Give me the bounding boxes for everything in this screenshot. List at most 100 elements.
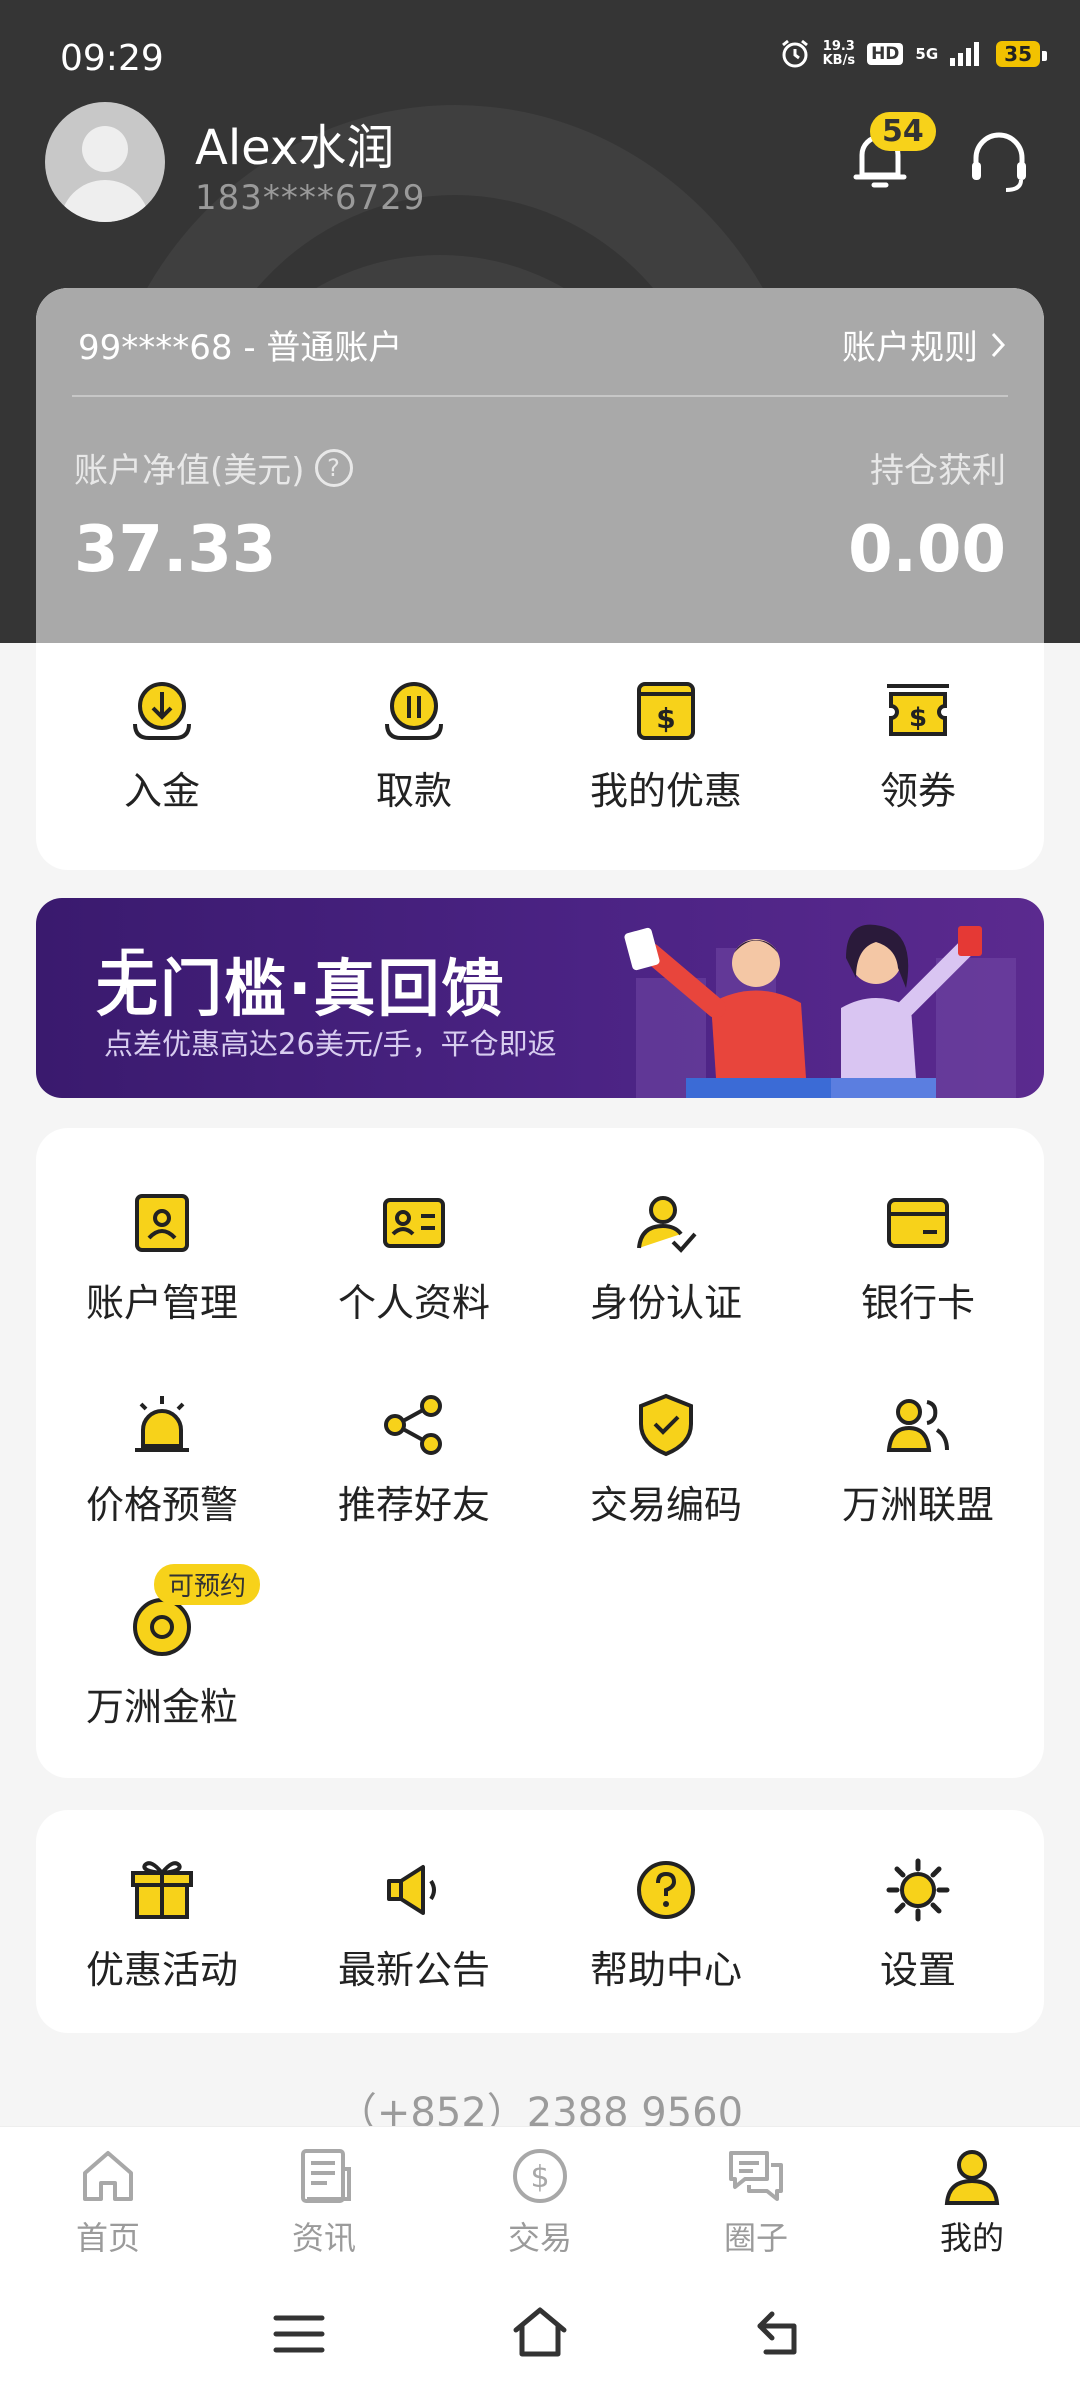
avatar-head xyxy=(82,126,128,172)
card-divider xyxy=(72,395,1008,397)
battery-indicator: 35 xyxy=(996,41,1047,67)
promotions-label: 优惠活动 xyxy=(85,1948,238,1992)
bank-card-button[interactable]: 银行卡 xyxy=(792,1188,1044,1327)
avatar[interactable] xyxy=(45,102,165,222)
home-nav-icon[interactable] xyxy=(510,2304,570,2360)
services-row-1: 账户管理 个人资料 身份认证 银行卡 xyxy=(36,1188,1044,1327)
services-row-2: 价格预警 推荐好友 交易编码 万洲联盟 xyxy=(36,1390,1044,1529)
home-icon xyxy=(83,2151,133,2201)
avatar-body xyxy=(60,180,150,222)
back-icon[interactable] xyxy=(754,2308,808,2358)
more-row: 优惠活动 最新公告 帮助中心 设置 xyxy=(36,1855,1044,1994)
network-type: 5G xyxy=(915,45,939,63)
menu-icon[interactable] xyxy=(272,2312,326,2356)
my-offers-button[interactable]: $ 我的优惠 xyxy=(540,676,792,815)
shield-check-icon xyxy=(639,1393,693,1457)
equity-label-text: 账户净值(美元) xyxy=(74,451,305,491)
customer-service-icon[interactable] xyxy=(966,128,1032,194)
tab-circle[interactable]: 圈子 xyxy=(648,2127,864,2273)
account-management-label: 账户管理 xyxy=(85,1281,238,1325)
account-rules-link[interactable]: 账户规则 xyxy=(842,320,1006,369)
bottom-tab-bar: 首页 资讯 $ 交易 圈子 我的 xyxy=(0,2126,1080,2273)
account-management-button[interactable]: 账户管理 xyxy=(36,1188,288,1327)
identity-verify-label: 身份认证 xyxy=(589,1281,742,1325)
signal-icon xyxy=(950,42,980,66)
settings-label: 设置 xyxy=(879,1948,956,1992)
settings-icon xyxy=(886,1858,950,1922)
tab-news[interactable]: 资讯 xyxy=(216,2127,432,2273)
price-alert-button[interactable]: 价格预警 xyxy=(36,1390,288,1529)
more-card: 优惠活动 最新公告 帮助中心 设置 xyxy=(36,1810,1044,2033)
tab-trade[interactable]: $ 交易 xyxy=(432,2127,648,2273)
chat-icon xyxy=(729,2151,783,2201)
settings-button[interactable]: 设置 xyxy=(792,1855,1044,1994)
me-icon xyxy=(944,2150,1000,2205)
help-center-button[interactable]: 帮助中心 xyxy=(540,1855,792,1994)
tab-home[interactable]: 首页 xyxy=(0,2127,216,2273)
account-rules-label: 账户规则 xyxy=(842,328,978,368)
status-time: 09:29 xyxy=(60,38,164,79)
refer-friend-label: 推荐好友 xyxy=(337,1483,490,1527)
network-speed: 19.3 KB/s xyxy=(823,40,855,68)
alliance-button[interactable]: 万洲联盟 xyxy=(792,1390,1044,1529)
profit-value: 0.00 xyxy=(848,513,1006,587)
account-summary: 99****68 - 普通账户 账户规则 账户净值(美元) ? 37.33 持仓… xyxy=(36,288,1044,643)
price-alert-label: 价格预警 xyxy=(85,1483,238,1527)
svg-text:$: $ xyxy=(530,2160,549,2195)
coupon-button[interactable]: $ 领券 xyxy=(792,676,1044,815)
promotions-button[interactable]: 优惠活动 xyxy=(36,1855,288,1994)
profile-button[interactable]: 个人资料 xyxy=(288,1188,540,1327)
services-card: 账户管理 个人资料 身份认证 银行卡 价格预警 推荐好友 交易编码 万洲联盟 可… xyxy=(36,1128,1044,1778)
withdraw-label: 取款 xyxy=(375,769,452,813)
tab-me-label: 我的 xyxy=(939,2219,1004,2257)
gold-coin-button[interactable]: 可预约 万洲金粒 xyxy=(36,1564,288,1731)
alliance-label: 万洲联盟 xyxy=(841,1483,994,1527)
account-management-icon xyxy=(135,1194,189,1252)
svg-text:$: $ xyxy=(656,702,675,735)
withdraw-button[interactable]: 取款 xyxy=(288,676,540,815)
my-offers-icon: $ xyxy=(637,682,695,740)
profile-label: 个人资料 xyxy=(337,1281,490,1325)
reservable-tag: 可预约 xyxy=(154,1564,261,1605)
system-navigation-bar xyxy=(0,2272,1080,2400)
announcements-button[interactable]: 最新公告 xyxy=(288,1855,540,1994)
share-icon xyxy=(384,1395,442,1455)
news-icon xyxy=(301,2149,351,2203)
trade-code-button[interactable]: 交易编码 xyxy=(540,1390,792,1529)
speed-unit: KB/s xyxy=(822,53,856,68)
profit-label: 持仓获利 xyxy=(870,451,1006,491)
tab-circle-label: 圈子 xyxy=(723,2219,788,2257)
account-card: 99****68 - 普通账户 账户规则 账户净值(美元) ? 37.33 持仓… xyxy=(36,288,1044,870)
network-5g: 5G xyxy=(915,45,939,63)
alarm-clock-icon xyxy=(781,39,808,68)
announcements-label: 最新公告 xyxy=(337,1948,490,1992)
tab-me[interactable]: 我的 xyxy=(864,2127,1080,2273)
deposit-label: 入金 xyxy=(123,769,200,813)
coupon-label: 领券 xyxy=(879,769,956,813)
deposit-button[interactable]: 入金 xyxy=(36,676,288,815)
banner-title: 无门槛·真回馈 xyxy=(96,952,506,1025)
coupon-icon: $ xyxy=(887,684,949,736)
bank-card-icon xyxy=(887,1198,949,1248)
question-icon[interactable]: ? xyxy=(314,448,353,487)
trade-icon: $ xyxy=(513,2149,567,2203)
alliance-icon xyxy=(886,1399,949,1452)
help-icon xyxy=(637,1861,695,1919)
hd-badge: HD xyxy=(867,43,904,65)
promo-banner[interactable]: 「 无门槛·真回馈 点差优惠高达26美元/手，平仓即返 xyxy=(36,898,1044,1098)
services-row-3: 可预约 万洲金粒 xyxy=(36,1564,1044,1731)
tab-home-label: 首页 xyxy=(75,2219,140,2257)
notification-badge: 54 xyxy=(870,112,936,151)
account-number: 99****68 - 普通账户 xyxy=(78,328,403,368)
trade-code-label: 交易编码 xyxy=(589,1483,742,1527)
equity-value: 37.33 xyxy=(74,513,277,587)
status-icons: 19.3 KB/s HD 5G 35 xyxy=(779,38,1047,70)
chevron-right-icon xyxy=(991,332,1006,357)
banner-illustration xyxy=(624,924,982,1098)
speed-value: 19.3 xyxy=(822,39,855,54)
identity-verify-button[interactable]: 身份认证 xyxy=(540,1188,792,1327)
gift-icon xyxy=(131,1861,193,1919)
refer-friend-button[interactable]: 推荐好友 xyxy=(288,1390,540,1529)
user-name[interactable]: Alex水润 xyxy=(195,108,394,178)
deposit-icon xyxy=(133,682,191,740)
